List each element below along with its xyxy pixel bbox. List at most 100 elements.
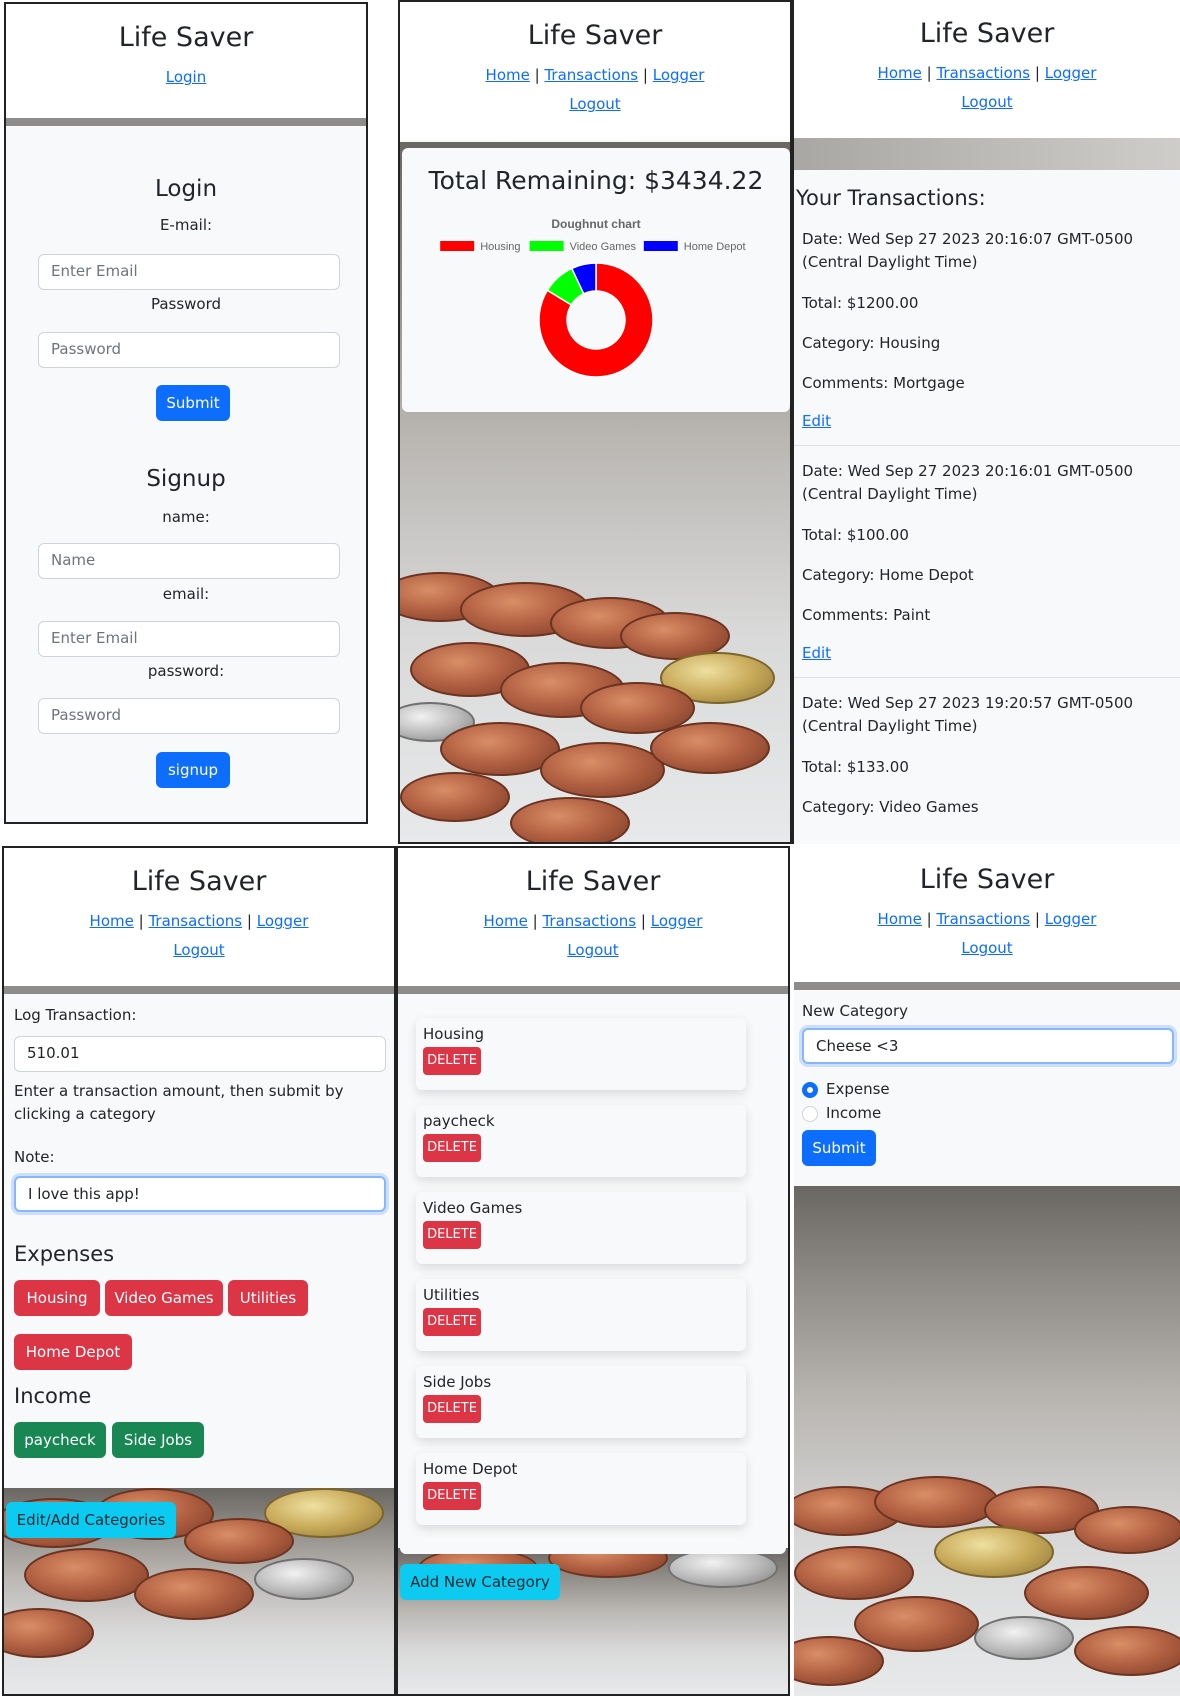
- expense-button-housing[interactable]: Housing: [14, 1280, 100, 1316]
- transaction-comments: Comments: Mortgage: [802, 374, 965, 392]
- chart-slices: [538, 262, 654, 378]
- nav-home-link[interactable]: Home: [878, 910, 922, 928]
- transaction-total: Total: $100.00: [802, 526, 909, 544]
- header-divider: [4, 986, 394, 994]
- nav-transactions-link[interactable]: Transactions: [936, 64, 1030, 82]
- app-title: Life Saver: [131, 866, 267, 897]
- category-item: Utilities DELETE: [416, 1279, 746, 1351]
- expense-button-video-games[interactable]: Video Games: [105, 1280, 223, 1316]
- category-name: paycheck: [423, 1112, 495, 1130]
- header: Life Saver Home | Transactions | Logger …: [794, 846, 1180, 982]
- app-title: Life Saver: [919, 18, 1055, 49]
- legend-swatch[interactable]: [440, 241, 475, 251]
- nav-logger-link[interactable]: Logger: [653, 66, 705, 84]
- header: Life Saver Login: [6, 4, 366, 118]
- transaction-date: Date: Wed Sep 27 2023 20:16:01 GMT-0500 …: [802, 462, 1134, 503]
- name-label: name:: [162, 508, 210, 526]
- nav-logout-link[interactable]: Logout: [961, 939, 1012, 957]
- income-radio[interactable]: [802, 1106, 818, 1122]
- income-button-paycheck[interactable]: paycheck: [14, 1422, 106, 1458]
- nav-transactions-link[interactable]: Transactions: [148, 912, 242, 930]
- nav-logout-link[interactable]: Logout: [961, 93, 1012, 111]
- category-name: Home Depot: [423, 1460, 518, 1478]
- new-category-input[interactable]: Cheese <3: [802, 1028, 1174, 1064]
- nav-logger-link[interactable]: Logger: [1045, 910, 1097, 928]
- expense-button-home-depot[interactable]: Home Depot: [14, 1334, 132, 1370]
- income-button-side-jobs[interactable]: Side Jobs: [112, 1422, 204, 1458]
- nav-logger-link[interactable]: Logger: [651, 912, 703, 930]
- signup-email-input[interactable]: Enter Email: [38, 621, 340, 657]
- legend-swatch[interactable]: [643, 241, 678, 251]
- nav-logout-link[interactable]: Logout: [173, 941, 224, 959]
- nav: Home | Transactions | Logger Logout: [877, 64, 1097, 111]
- add-new-category-button[interactable]: Add New Category: [400, 1564, 560, 1600]
- delete-category-button[interactable]: DELETE: [423, 1047, 481, 1075]
- note-card: Note: I love this app!: [6, 1138, 392, 1224]
- email-label: E-mail:: [159, 216, 213, 234]
- nav-transactions-link[interactable]: Transactions: [544, 66, 638, 84]
- income-heading: Income: [14, 1384, 92, 1408]
- nav-home-link[interactable]: Home: [90, 912, 134, 930]
- delete-category-button[interactable]: DELETE: [423, 1134, 481, 1162]
- nav-logger-link[interactable]: Logger: [1045, 64, 1097, 82]
- nav: Home | Transactions | Logger Logout: [89, 912, 309, 959]
- signup-password-input[interactable]: Password: [38, 698, 340, 734]
- amount-input[interactable]: 510.01: [14, 1036, 386, 1072]
- delete-category-button[interactable]: DELETE: [423, 1221, 481, 1249]
- edit-add-categories-button[interactable]: Edit/Add Categories: [6, 1502, 176, 1538]
- nav-logout-link[interactable]: Logout: [569, 95, 620, 113]
- transaction-total: Total: $133.00: [802, 758, 909, 776]
- header-divider: [794, 138, 1180, 170]
- nav-home-link[interactable]: Home: [484, 912, 528, 930]
- nav-transactions-link[interactable]: Transactions: [542, 912, 636, 930]
- signup-heading: Signup: [146, 466, 226, 492]
- transaction-category: Category: Housing: [802, 334, 941, 352]
- expense-button-utilities[interactable]: Utilities: [228, 1280, 308, 1316]
- signup-button[interactable]: signup: [156, 752, 230, 788]
- edit-transaction-link[interactable]: Edit: [802, 412, 831, 430]
- coins-background-image: [794, 1186, 1180, 1696]
- signup-name-input[interactable]: Name: [38, 543, 340, 579]
- doughnut-chart: Doughnut chart Housing Video Games Home De…: [440, 217, 746, 378]
- expense-radio[interactable]: [802, 1082, 818, 1098]
- nav: Home | Transactions | Logger Logout: [483, 912, 703, 959]
- login-email-input[interactable]: Enter Email: [38, 254, 340, 290]
- category-name: Utilities: [423, 1286, 480, 1304]
- note-input[interactable]: I love this app!: [14, 1176, 386, 1212]
- header: Life Saver Home | Transactions | Logger …: [400, 2, 790, 140]
- header-divider: [794, 982, 1180, 990]
- delete-category-button[interactable]: DELETE: [423, 1308, 481, 1336]
- nav-login-link[interactable]: Login: [166, 68, 206, 86]
- legend-swatch[interactable]: [529, 241, 564, 251]
- nav-logout-link[interactable]: Logout: [567, 941, 618, 959]
- transactions-heading: Your Transactions:: [796, 186, 986, 210]
- signup-password-label: password:: [147, 662, 225, 680]
- income-radio-label: Income: [826, 1104, 882, 1122]
- nav-logger-link[interactable]: Logger: [257, 912, 309, 930]
- login-submit-button[interactable]: Submit: [156, 385, 230, 421]
- nav: Login: [6, 63, 366, 92]
- delete-category-button[interactable]: DELETE: [423, 1482, 481, 1510]
- new-category-submit-button[interactable]: Submit: [802, 1130, 876, 1166]
- header: Life Saver Home | Transactions | Logger …: [398, 848, 788, 986]
- transactions-list: Your Transactions: Date: Wed Sep 27 2023…: [794, 170, 1180, 844]
- delete-category-button[interactable]: DELETE: [423, 1395, 481, 1423]
- nav-transactions-link[interactable]: Transactions: [936, 910, 1030, 928]
- password-label: Password: [150, 295, 222, 313]
- nav-home-link[interactable]: Home: [486, 66, 530, 84]
- legend-label: Housing: [480, 241, 520, 253]
- edit-transaction-link[interactable]: Edit: [802, 644, 831, 662]
- nav-home-link[interactable]: Home: [878, 64, 922, 82]
- category-item: Video Games DELETE: [416, 1192, 746, 1264]
- chart-title: Doughnut chart: [551, 217, 640, 231]
- expenses-heading: Expenses: [14, 1242, 115, 1266]
- category-name: Video Games: [423, 1199, 523, 1217]
- expense-radio-label: Expense: [826, 1080, 890, 1098]
- category-name: Side Jobs: [423, 1373, 492, 1391]
- transaction-total: Total: $1200.00: [802, 294, 919, 312]
- login-password-input[interactable]: Password: [38, 332, 340, 368]
- note-label: Note:: [14, 1148, 55, 1166]
- category-item: Housing DELETE: [416, 1018, 746, 1090]
- transaction-category: Category: Video Games: [802, 798, 979, 816]
- transaction-date: Date: Wed Sep 27 2023 20:16:07 GMT-0500 …: [802, 230, 1134, 271]
